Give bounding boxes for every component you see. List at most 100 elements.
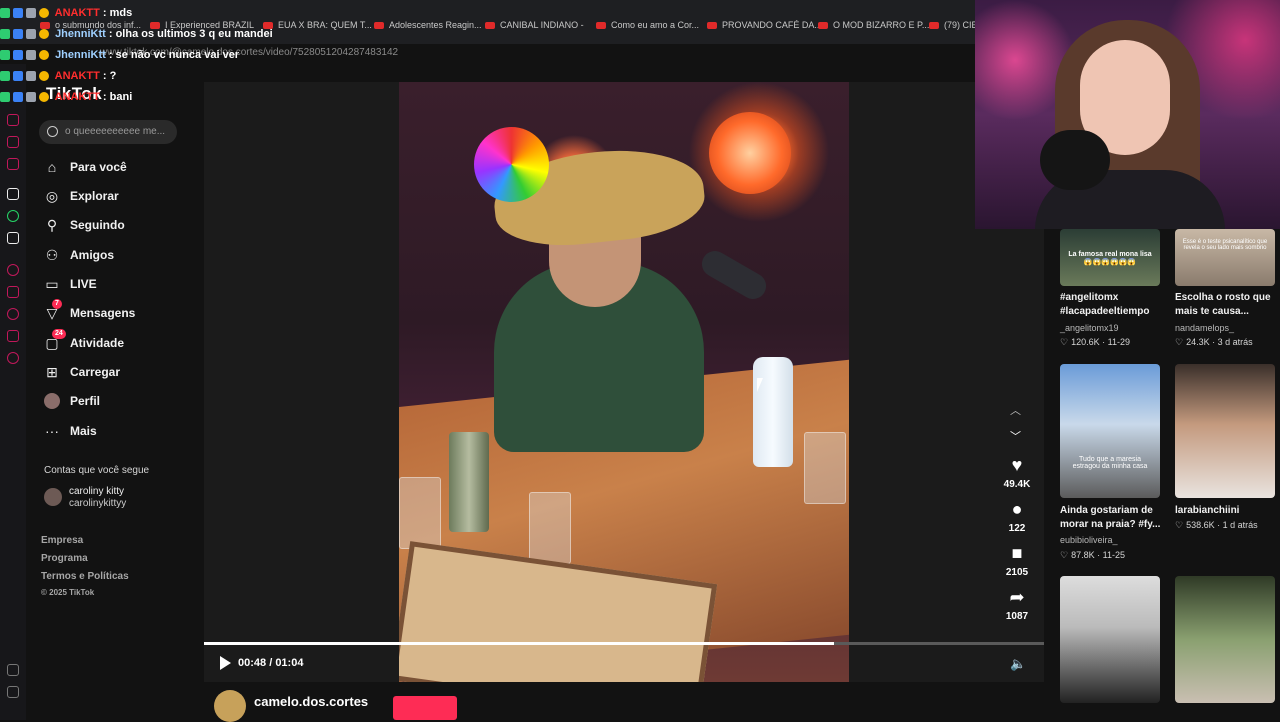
video-title[interactable]: Escolha o rosto que mais te causa...: [1175, 291, 1280, 319]
extension-icon[interactable]: [7, 158, 19, 170]
profile-icon: [44, 393, 60, 409]
bookmark-item[interactable]: Adolescentes Reagin...: [374, 20, 482, 30]
footer-link[interactable]: Programa: [41, 553, 88, 564]
extension-icon[interactable]: [7, 664, 19, 676]
nav-item-mais[interactable]: ··· Mais: [40, 419, 190, 443]
heart-icon[interactable]: [7, 286, 19, 298]
bookmark-icon: ■: [1011, 543, 1023, 563]
play-icon[interactable]: [220, 656, 231, 670]
video-frame[interactable]: [399, 82, 849, 682]
volume-icon[interactable]: 🔈: [1010, 656, 1026, 672]
video-thumbnail[interactable]: Tudo que a maresia estragou da minha cas…: [1060, 364, 1160, 498]
nav-item-live[interactable]: ▭ LIVE: [40, 272, 190, 296]
video-thumbnail[interactable]: Esse é o teste psicanalítico que revela …: [1175, 229, 1275, 286]
lantern-image: [709, 112, 791, 194]
chat-badges: [0, 92, 52, 103]
bottle-image: [753, 357, 793, 467]
home-icon: ⌂: [47, 159, 57, 175]
chat-message: ANAKTT : mds: [0, 7, 300, 21]
avatar[interactable]: [44, 488, 62, 506]
chevron-up-icon[interactable]: ︿: [1010, 402, 1021, 418]
extension-icon[interactable]: [7, 114, 19, 126]
chevron-down-icon[interactable]: ﹀: [1010, 428, 1021, 444]
more-icon[interactable]: [7, 686, 19, 698]
nav-item-para-voce[interactable]: ⌂ Para você: [40, 155, 190, 179]
share-button[interactable]: ➦ 1087: [996, 587, 1038, 622]
chat-message: JhenniKtt : olha os ultimos 3 q eu mande…: [0, 28, 300, 42]
like-button[interactable]: ♥ 49.4K: [996, 455, 1038, 490]
glass-image: [529, 492, 571, 564]
live-icon: ▭: [45, 275, 59, 292]
microphone-image: [1040, 130, 1110, 190]
nav-item-carregar[interactable]: ⊞ Carregar: [40, 360, 190, 384]
video-author[interactable]: _angelitomx19: [1060, 323, 1119, 333]
chat-message: ANAKTT : ?: [0, 70, 300, 84]
nav-item-perfil[interactable]: Perfil: [40, 389, 190, 413]
chat-badges: [0, 8, 52, 19]
microphone-image: [697, 246, 771, 304]
video-author[interactable]: eubibioliveira_: [1060, 535, 1118, 545]
video-title[interactable]: Ainda gostariam de morar na praia? #fy..…: [1060, 504, 1172, 532]
following-icon: ⚲: [46, 216, 58, 233]
chat-message: JhenniKtt : se não vc nunca vai ver: [0, 49, 300, 63]
extension-icon[interactable]: [7, 188, 19, 200]
video-thumbnail[interactable]: La famosa real mona lisa 😱😱😱😱😱😱: [1060, 229, 1160, 286]
bookmark-item[interactable]: PROVANDO CAFÉ DA...: [707, 20, 822, 30]
nav-item-mensagens[interactable]: ▽ 7 Mensagens: [40, 299, 190, 325]
video-thumbnail[interactable]: [1175, 364, 1275, 498]
copyright: © 2025 TikTok: [41, 588, 95, 597]
search-input[interactable]: o queeeeeeeeee me...: [39, 120, 177, 144]
save-button[interactable]: ■ 2105: [996, 543, 1038, 578]
author-name[interactable]: camelo.dos.cortes: [254, 694, 368, 709]
video-stats: ♡ 538.6K · 1 d atrás: [1175, 520, 1258, 530]
footer-link[interactable]: Termos e Políticas: [41, 571, 129, 582]
comment-icon: ●: [1011, 499, 1023, 519]
progress-fill: [204, 642, 834, 645]
heart-icon: ♡: [1060, 550, 1069, 560]
follow-button[interactable]: [393, 696, 457, 720]
video-author[interactable]: larabianchiini: [1175, 504, 1280, 518]
nav-item-explorar[interactable]: ◎ Explorar: [40, 184, 190, 208]
bookmark-item[interactable]: CANIBAL INDIANO -: [485, 20, 584, 30]
extension-icon[interactable]: [7, 330, 19, 342]
history-icon[interactable]: [7, 264, 19, 276]
chat-message: ANAKTT : bani: [0, 91, 300, 105]
youtube-icon: [485, 22, 495, 30]
settings-icon[interactable]: [7, 352, 19, 364]
video-stats: ♡ 120.6K · 11-29: [1060, 337, 1130, 347]
compass-icon: ◎: [45, 187, 59, 204]
activity-badge: 24: [52, 329, 66, 339]
clock-icon[interactable]: [7, 308, 19, 320]
bookmark-item[interactable]: O MOD BIZARRO E P...: [818, 20, 929, 30]
x-icon[interactable]: [7, 232, 19, 244]
youtube-icon: [929, 22, 939, 30]
youtube-icon: [707, 22, 717, 30]
author-avatar[interactable]: [214, 690, 246, 722]
mouse-cursor: [757, 378, 763, 392]
extension-icon[interactable]: [7, 136, 19, 148]
chat-badges: [0, 71, 52, 82]
comment-button[interactable]: ● 122: [996, 499, 1038, 534]
glass-image: [399, 477, 441, 549]
messages-badge: 7: [52, 299, 62, 309]
video-thumbnail[interactable]: [1175, 576, 1275, 703]
youtube-icon: [596, 22, 606, 30]
can-image: [449, 432, 489, 532]
extension-sidebar: [0, 64, 26, 720]
video-author[interactable]: nandamelops_: [1175, 323, 1234, 333]
nav-item-amigos[interactable]: ⚇ Amigos: [40, 243, 190, 267]
nav-item-seguindo[interactable]: ⚲ Seguindo: [40, 213, 190, 237]
nav-item-atividade[interactable]: ▢ 24 Atividade: [40, 329, 190, 355]
youtube-icon: [374, 22, 384, 30]
bookmark-item[interactable]: (79) CIE: [929, 20, 978, 30]
video-thumbnail[interactable]: [1060, 576, 1160, 703]
footer-link[interactable]: Empresa: [41, 535, 83, 546]
bookmark-item[interactable]: Como eu amo a Cor...: [596, 20, 699, 30]
video-stats: ♡ 87.8K · 11-25: [1060, 550, 1125, 560]
heart-icon: ♡: [1175, 520, 1184, 530]
search-placeholder: o queeeeeeeeee me...: [65, 126, 166, 137]
progress-bar[interactable]: [204, 642, 1044, 645]
following-account[interactable]: caroliny kitty carolinykittyy: [69, 486, 126, 510]
video-title[interactable]: #angelitomx #lacapadeeltiempo: [1060, 291, 1172, 319]
whatsapp-icon[interactable]: [7, 210, 19, 222]
